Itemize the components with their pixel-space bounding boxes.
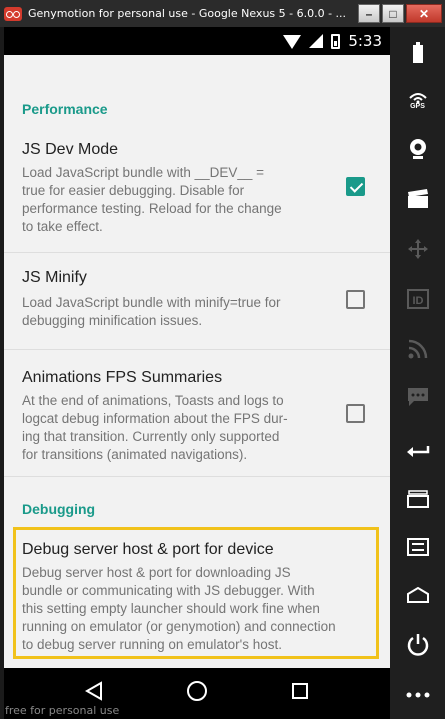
js-dev-mode-checkbox[interactable] (346, 177, 365, 196)
move-arrows-icon (407, 239, 428, 259)
device-home-button[interactable] (390, 575, 445, 615)
device-power-button[interactable] (390, 625, 445, 665)
home-button[interactable] (186, 680, 208, 707)
pref-js-minify[interactable]: JS Minify Load JavaScript bundle with mi… (4, 253, 390, 350)
section-header-performance: Performance (22, 101, 108, 117)
screencast-widget-button[interactable] (390, 179, 445, 219)
maximize-button[interactable]: □ (382, 4, 404, 23)
device-screen: 5:33 Performance JS Dev Mode Load JavaSc… (4, 27, 390, 719)
webcam-icon (409, 139, 426, 159)
id-icon: ID (406, 289, 429, 309)
rss-icon (408, 339, 427, 359)
window-title: Genymotion for personal use - Google Nex… (28, 7, 347, 20)
pref-js-dev-mode[interactable]: JS Dev Mode Load JavaScript bundle with … (4, 125, 390, 253)
pref-title: JS Minify (22, 269, 87, 286)
genymotion-sidebar: GPS ID (390, 27, 445, 719)
pref-summary: Load JavaScript bundle with minify=true … (22, 295, 281, 328)
settings-list: Performance JS Dev Mode Load JavaScript … (4, 55, 390, 671)
watermark-text: free for personal use (5, 704, 120, 717)
status-clock: 5:33 (348, 32, 382, 50)
back-icon (85, 681, 103, 701)
device-back-button[interactable] (390, 431, 445, 471)
menu-icon (406, 538, 429, 556)
home-icon (186, 681, 207, 701)
pref-summary: At the end of animations, Toasts and log… (22, 393, 288, 462)
section-header-debugging: Debugging (22, 501, 96, 517)
window-titlebar: Genymotion for personal use - Google Nex… (0, 0, 445, 27)
battery-widget-icon (412, 42, 423, 63)
signal-icon (309, 34, 324, 48)
remote-control-widget-button[interactable] (390, 229, 445, 269)
close-button[interactable]: ✕ (406, 4, 442, 23)
phone-widget-button[interactable] (390, 377, 445, 417)
back-button[interactable] (85, 681, 103, 706)
clapperboard-icon (407, 189, 428, 208)
power-icon (407, 634, 428, 656)
webcam-widget-button[interactable] (390, 129, 445, 169)
js-minify-checkbox[interactable] (346, 290, 365, 309)
network-widget-button[interactable] (390, 329, 445, 369)
device-recents-button[interactable] (390, 479, 445, 519)
svg-text:ID: ID (412, 295, 423, 307)
home-house-icon (406, 587, 429, 603)
pref-title: JS Dev Mode (22, 141, 119, 158)
recents-icon (291, 683, 308, 699)
battery-icon (331, 33, 341, 49)
identifiers-widget-button[interactable]: ID (390, 279, 445, 319)
animations-fps-checkbox[interactable] (346, 404, 365, 423)
recents-stack-icon (406, 490, 429, 508)
battery-widget-button[interactable] (390, 33, 445, 73)
pref-animations-fps[interactable]: Animations FPS Summaries At the end of a… (4, 350, 390, 477)
recents-button[interactable] (291, 682, 309, 705)
gps-widget-button[interactable]: GPS (390, 77, 445, 117)
wifi-icon (283, 35, 302, 49)
more-options-button[interactable] (390, 675, 445, 715)
more-dots-icon (406, 692, 429, 698)
gps-label: GPS (410, 103, 425, 110)
pref-title: Animations FPS Summaries (22, 369, 223, 386)
pref-summary: Load JavaScript bundle with __DEV__ = tru… (22, 165, 282, 234)
device-menu-button[interactable] (390, 527, 445, 567)
return-arrow-icon (406, 446, 429, 457)
status-bar: 5:33 (4, 27, 390, 55)
genymotion-logo-icon (4, 6, 22, 21)
highlight-annotation-box (13, 527, 379, 659)
minimize-button[interactable]: – (358, 4, 380, 23)
gps-widget-icon (408, 93, 427, 104)
message-icon (407, 388, 428, 406)
